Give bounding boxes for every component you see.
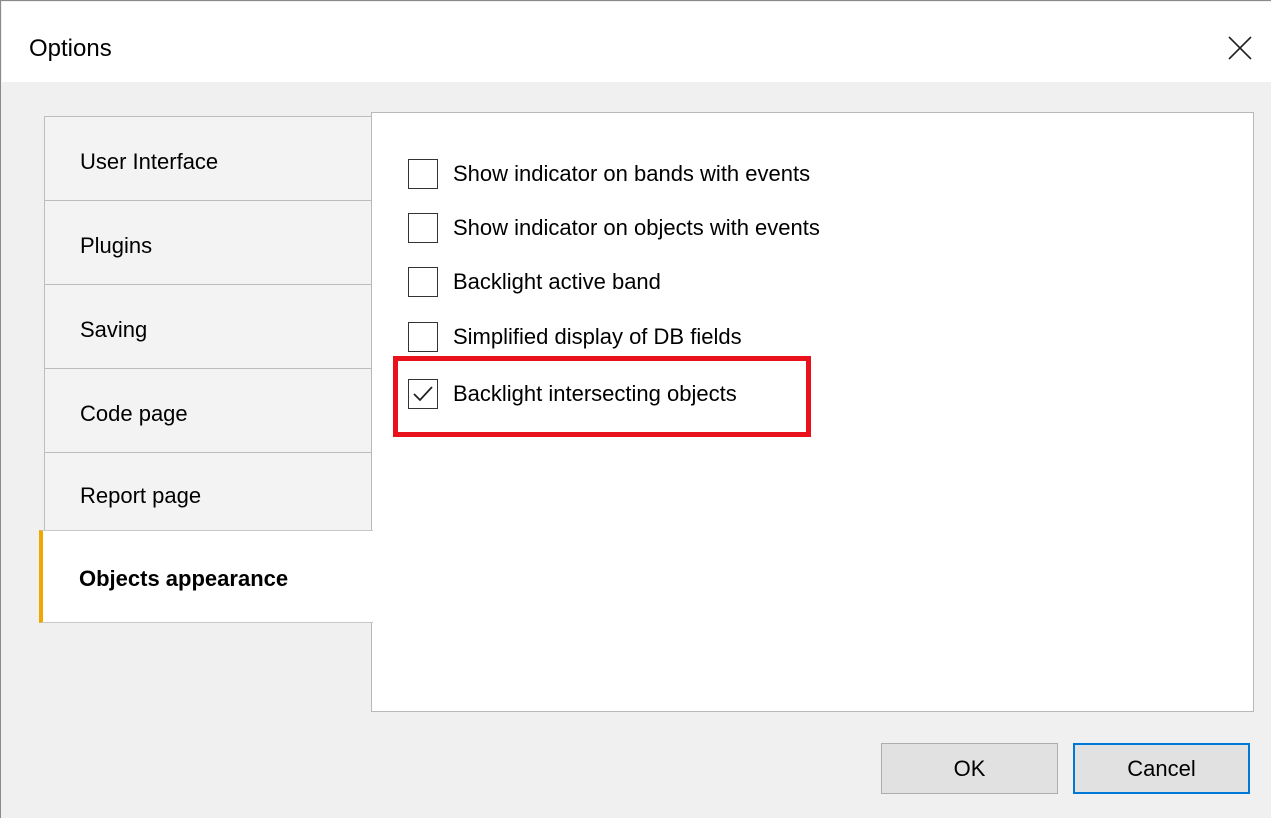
tab-objects-appearance[interactable]: Objects appearance (39, 530, 373, 623)
options-dialog: Options User Interface Plugins Saving Co… (0, 0, 1271, 818)
tab-user-interface[interactable]: User Interface (44, 116, 372, 202)
close-button[interactable] (1220, 28, 1260, 68)
tab-label: User Interface (80, 149, 219, 174)
tab-code-page[interactable]: Code page (44, 368, 372, 454)
tab-label: Report page (80, 483, 202, 508)
checkbox[interactable] (408, 159, 438, 189)
tab-label: Plugins (80, 233, 153, 258)
ok-button[interactable]: OK (881, 743, 1058, 794)
tab-plugins[interactable]: Plugins (44, 200, 372, 286)
option-label: Show indicator on objects with events (453, 215, 820, 240)
option-label: Backlight active band (453, 269, 661, 294)
title-bar: Options (2, 2, 1271, 82)
tab-report-page[interactable]: Report page (44, 452, 372, 532)
tab-label: Code page (80, 401, 188, 426)
cancel-button[interactable]: Cancel (1073, 743, 1250, 794)
tab-label: Saving (80, 317, 148, 342)
checkbox[interactable] (408, 213, 438, 243)
dialog-title: Options (29, 35, 112, 62)
tab-saving[interactable]: Saving (44, 284, 372, 370)
option-label: Simplified display of DB fields (453, 324, 742, 349)
tab-label: Objects appearance (79, 566, 289, 591)
checkbox[interactable] (408, 322, 438, 352)
highlight-annotation-box (393, 356, 811, 437)
option-label: Show indicator on bands with events (453, 161, 811, 186)
checkbox[interactable] (408, 267, 438, 297)
close-icon (1228, 36, 1252, 60)
